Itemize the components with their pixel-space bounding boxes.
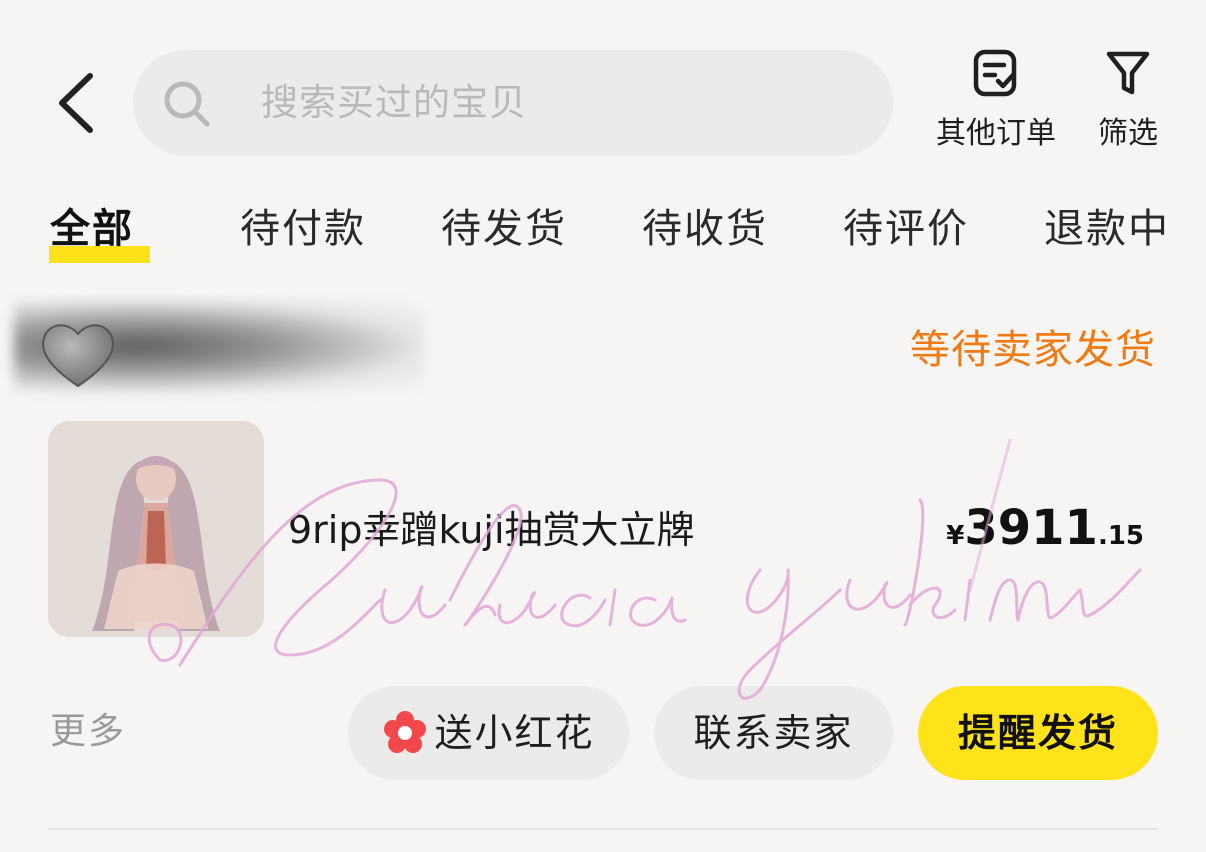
contact-seller-label: 联系卖家 <box>693 711 854 755</box>
order-list-icon <box>973 49 1017 97</box>
order-tabs: 全部 待付款 待发货 待收货 待评价 退款中 <box>0 196 1206 266</box>
filter-label: 筛选 <box>1098 116 1158 151</box>
tab-all[interactable]: 全部 <box>50 196 134 262</box>
send-flower-button[interactable]: 送小红花 <box>348 686 629 780</box>
price-currency: ¥ <box>946 521 965 551</box>
price-integer: 3911 <box>964 500 1098 556</box>
search-icon <box>164 81 210 127</box>
filter-icon <box>1106 51 1150 95</box>
product-title[interactable]: 9rip幸蹭kuji抽赏大立牌 <box>288 504 695 556</box>
other-orders-label: 其他订单 <box>936 116 1056 151</box>
grey-heart-icon <box>42 324 114 388</box>
tab-refunding[interactable]: 退款中 <box>1044 196 1170 262</box>
price-decimal: .15 <box>1097 521 1144 551</box>
order-status: 等待卖家发货 <box>910 327 1156 373</box>
divider <box>48 828 1158 830</box>
contact-seller-button[interactable]: 联系卖家 <box>654 686 893 780</box>
order-list-page: 搜索买过的宝贝 其他订单 筛选 全部 待付款 待发货 待收货 待评价 退款中 等… <box>0 0 1206 852</box>
product-image <box>48 421 264 637</box>
product-price: ¥3911.15 <box>946 500 1144 556</box>
product-thumbnail[interactable] <box>48 421 264 637</box>
search-input[interactable]: 搜索买过的宝贝 <box>133 50 893 156</box>
tab-pending-receipt[interactable]: 待收货 <box>642 196 768 262</box>
tab-pending-shipment[interactable]: 待发货 <box>441 196 567 262</box>
remind-shipment-button[interactable]: 提醒发货 <box>918 686 1158 780</box>
tab-pending-payment[interactable]: 待付款 <box>240 196 366 262</box>
more-button[interactable]: 更多 <box>50 708 126 756</box>
back-button[interactable] <box>50 68 106 138</box>
send-flower-label: 送小红花 <box>434 711 595 755</box>
search-placeholder: 搜索买过的宝贝 <box>261 81 527 124</box>
signature-watermark <box>147 438 1142 700</box>
remind-shipment-label: 提醒发货 <box>957 711 1118 755</box>
flower-icon <box>384 710 427 753</box>
filter-button[interactable]: 筛选 <box>1090 48 1166 152</box>
other-orders-button[interactable]: 其他订单 <box>928 48 1064 152</box>
chevron-left-icon <box>59 73 93 133</box>
tab-pending-review[interactable]: 待评价 <box>843 196 969 262</box>
